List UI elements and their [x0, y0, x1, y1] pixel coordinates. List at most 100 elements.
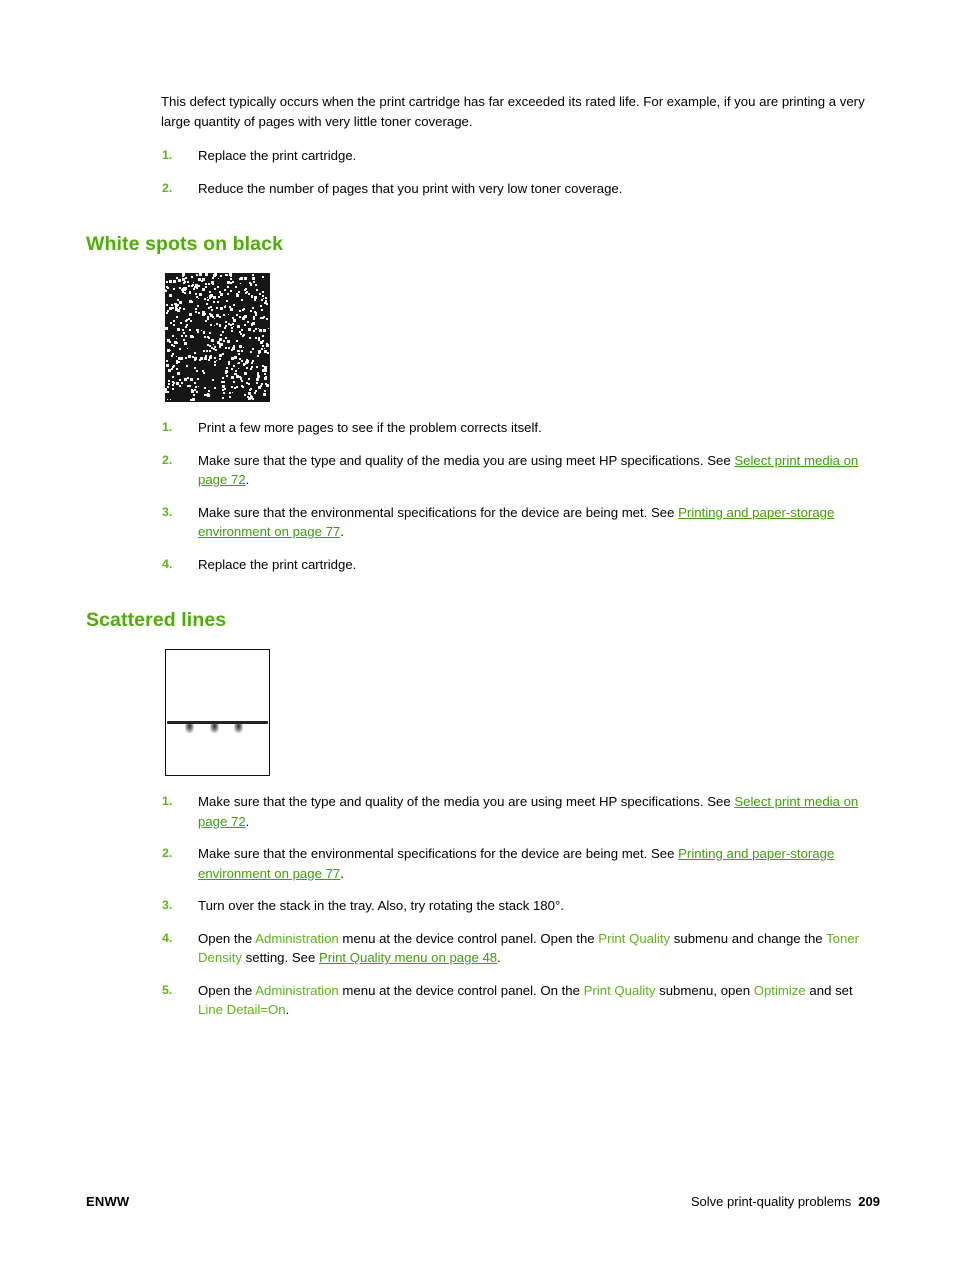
speckle	[202, 313, 205, 316]
speckle	[191, 301, 193, 303]
speckle	[264, 348, 265, 349]
speckle	[254, 311, 256, 313]
ui-term: Administration	[255, 982, 339, 998]
speckle	[245, 364, 246, 365]
speckle	[228, 314, 229, 315]
speckle	[178, 279, 181, 282]
cross-reference-link[interactable]: Printing and paper-storage environment o…	[198, 505, 834, 540]
speckle	[215, 349, 217, 351]
speckle	[227, 293, 229, 295]
speckle	[257, 373, 259, 375]
step-text: Open the Administration menu at the devi…	[198, 982, 853, 1018]
step-item: 2. Make sure that the type and quality of…	[161, 451, 880, 490]
speckle	[239, 345, 242, 348]
speckle	[227, 340, 230, 343]
speckle	[209, 291, 211, 293]
speckle	[171, 368, 173, 370]
speckle	[223, 340, 225, 342]
speckle	[182, 291, 184, 293]
speckle	[176, 277, 178, 279]
speckle	[204, 298, 206, 300]
speckle	[231, 376, 234, 379]
speckle	[265, 369, 267, 371]
speckle	[225, 370, 228, 373]
smudge-mark	[233, 723, 243, 733]
speckle	[261, 383, 263, 385]
cross-reference-link[interactable]: Select print media on page 72	[198, 453, 858, 488]
speckle	[252, 274, 254, 276]
speckle	[244, 277, 247, 280]
speckle	[220, 307, 223, 310]
speckle	[228, 347, 230, 349]
speckle	[204, 357, 207, 360]
speckle	[236, 386, 238, 388]
speckle	[266, 318, 268, 320]
speckle	[173, 345, 175, 347]
speckle	[240, 333, 242, 335]
speckle	[199, 273, 202, 276]
cross-reference-link[interactable]: Print Quality menu on page 48	[319, 950, 497, 965]
speckle	[251, 323, 252, 324]
speckle	[233, 345, 235, 347]
speckle	[194, 352, 196, 354]
speckle	[207, 297, 208, 298]
speckle	[243, 363, 245, 365]
white-spots-on-black-sample-image	[165, 273, 270, 402]
speckle	[204, 387, 206, 389]
speckle	[209, 350, 211, 352]
speckle	[220, 334, 222, 336]
speckle	[216, 360, 217, 361]
step-text: Make sure that the environmental specifi…	[198, 846, 835, 881]
speckle	[194, 357, 197, 360]
speckle	[214, 318, 215, 319]
speckle	[220, 343, 223, 346]
speckle	[179, 348, 181, 350]
speckle	[214, 273, 217, 276]
speckle	[227, 281, 230, 284]
speckle	[196, 296, 198, 298]
speckle	[172, 376, 174, 378]
speckle	[213, 348, 215, 350]
speckle	[177, 304, 179, 306]
figure-scattered-lines	[165, 649, 880, 776]
speckle	[251, 324, 253, 326]
footer-locale-code: ENWW	[86, 1194, 130, 1209]
speckle	[165, 327, 168, 330]
footer-page-number: 209	[858, 1194, 880, 1209]
speckle	[196, 274, 198, 276]
speckle	[251, 366, 253, 368]
speckle	[192, 398, 195, 401]
speckle	[198, 312, 200, 314]
step-number: 2.	[162, 180, 173, 195]
speckle	[255, 337, 257, 339]
speckle	[209, 332, 211, 334]
speckle	[212, 277, 214, 279]
speckle	[262, 295, 264, 297]
speckle	[250, 351, 252, 353]
speckle	[167, 386, 169, 388]
cross-reference-link[interactable]: Printing and paper-storage environment o…	[198, 846, 834, 881]
speckle	[189, 385, 191, 387]
speckle	[181, 335, 183, 337]
speckle	[222, 377, 224, 379]
speckle	[230, 275, 232, 277]
step-item: 1. Print a few more pages to see if the p…	[161, 418, 880, 438]
speckle	[252, 348, 254, 350]
intro-step-list: 1. Replace the print cartridge. 2. Reduce t…	[161, 146, 880, 198]
speckle	[197, 331, 199, 333]
speckle	[170, 350, 171, 351]
speckle	[190, 335, 193, 338]
speckle	[207, 344, 209, 346]
speckle	[256, 378, 259, 381]
speckle	[189, 291, 191, 293]
speckle	[228, 323, 230, 325]
speckle	[216, 314, 219, 317]
speckle	[268, 328, 269, 329]
speckle	[198, 285, 200, 287]
speckle	[183, 339, 185, 341]
speckle	[187, 377, 189, 379]
speckle	[219, 325, 221, 327]
cross-reference-link[interactable]: Select print media on page 72	[198, 794, 858, 829]
speckle	[199, 293, 202, 296]
speckle	[234, 305, 235, 306]
